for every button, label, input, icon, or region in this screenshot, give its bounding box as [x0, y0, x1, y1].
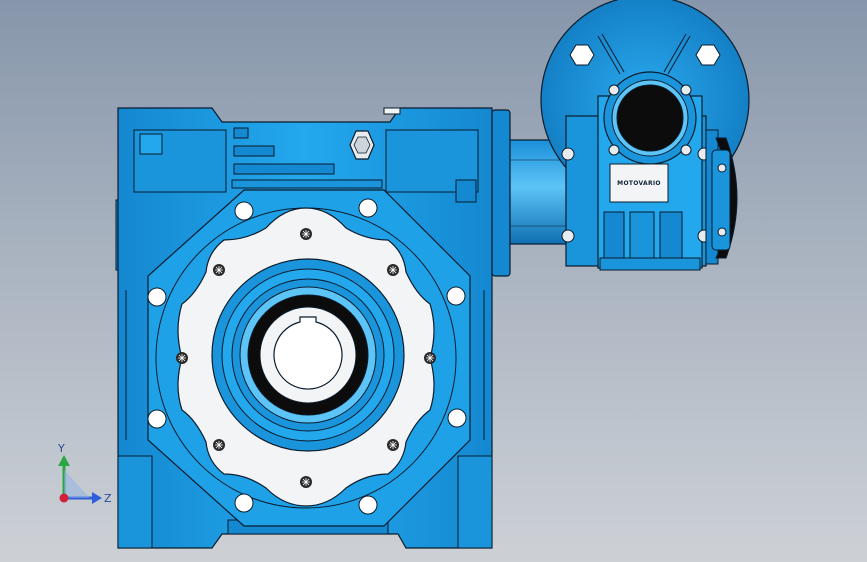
bolt-icon	[608, 144, 620, 156]
y-axis-label: Y	[57, 442, 65, 455]
adapter-flange	[491, 109, 511, 277]
bolt-icon	[717, 163, 727, 173]
bolt-icon	[680, 144, 692, 156]
coordinate-triad[interactable]: Y Z	[57, 442, 112, 505]
bolt-icon	[561, 147, 575, 161]
gearbox-foot	[599, 257, 701, 271]
screw-icon	[213, 264, 225, 276]
top-left-rib	[139, 133, 163, 155]
screw-icon	[387, 439, 399, 451]
hex-plug-inner	[353, 136, 371, 154]
3d-viewport[interactable]: MOTOVARIO Y Z	[0, 0, 867, 562]
bolt-icon	[717, 227, 727, 237]
triad-plane	[64, 470, 90, 498]
side-tab	[455, 179, 477, 203]
top-slot-4	[231, 179, 383, 189]
bolt-hole	[234, 493, 254, 513]
screw-icon	[176, 352, 188, 364]
input-gearbox: MOTOVARIO	[540, 0, 750, 271]
bolt-icon	[608, 84, 620, 96]
bolt-icon	[680, 84, 692, 96]
bottom-right-block	[457, 455, 493, 549]
bolt-hole	[358, 198, 378, 218]
top-slot-3	[233, 163, 335, 175]
y-axis-arrow-icon	[58, 455, 70, 466]
z-axis-arrow-icon	[92, 492, 102, 504]
x-axis-dot-icon	[59, 493, 69, 503]
bolt-hole	[358, 495, 378, 515]
front-face	[147, 189, 471, 527]
bolt-hole	[147, 409, 167, 429]
top-slot-2	[233, 145, 275, 157]
nameplate-brand: MOTOVARIO	[617, 180, 661, 187]
screw-icon	[300, 476, 312, 488]
z-axis-label: Z	[104, 492, 112, 505]
top-slot-1	[233, 127, 249, 139]
bolt-hole	[446, 286, 466, 306]
top-plug-tab	[383, 107, 401, 115]
input-bore	[616, 84, 684, 152]
bolt-hole	[234, 201, 254, 221]
screw-icon	[300, 228, 312, 240]
bolt-icon	[561, 229, 575, 243]
screw-icon	[213, 439, 225, 451]
bottom-left-block	[117, 455, 153, 549]
gearbox-model[interactable]: MOTOVARIO Y Z	[0, 0, 867, 562]
bolt-hole	[147, 287, 167, 307]
screw-icon	[424, 352, 436, 364]
screw-icon	[387, 264, 399, 276]
bolt-hole	[447, 408, 467, 428]
